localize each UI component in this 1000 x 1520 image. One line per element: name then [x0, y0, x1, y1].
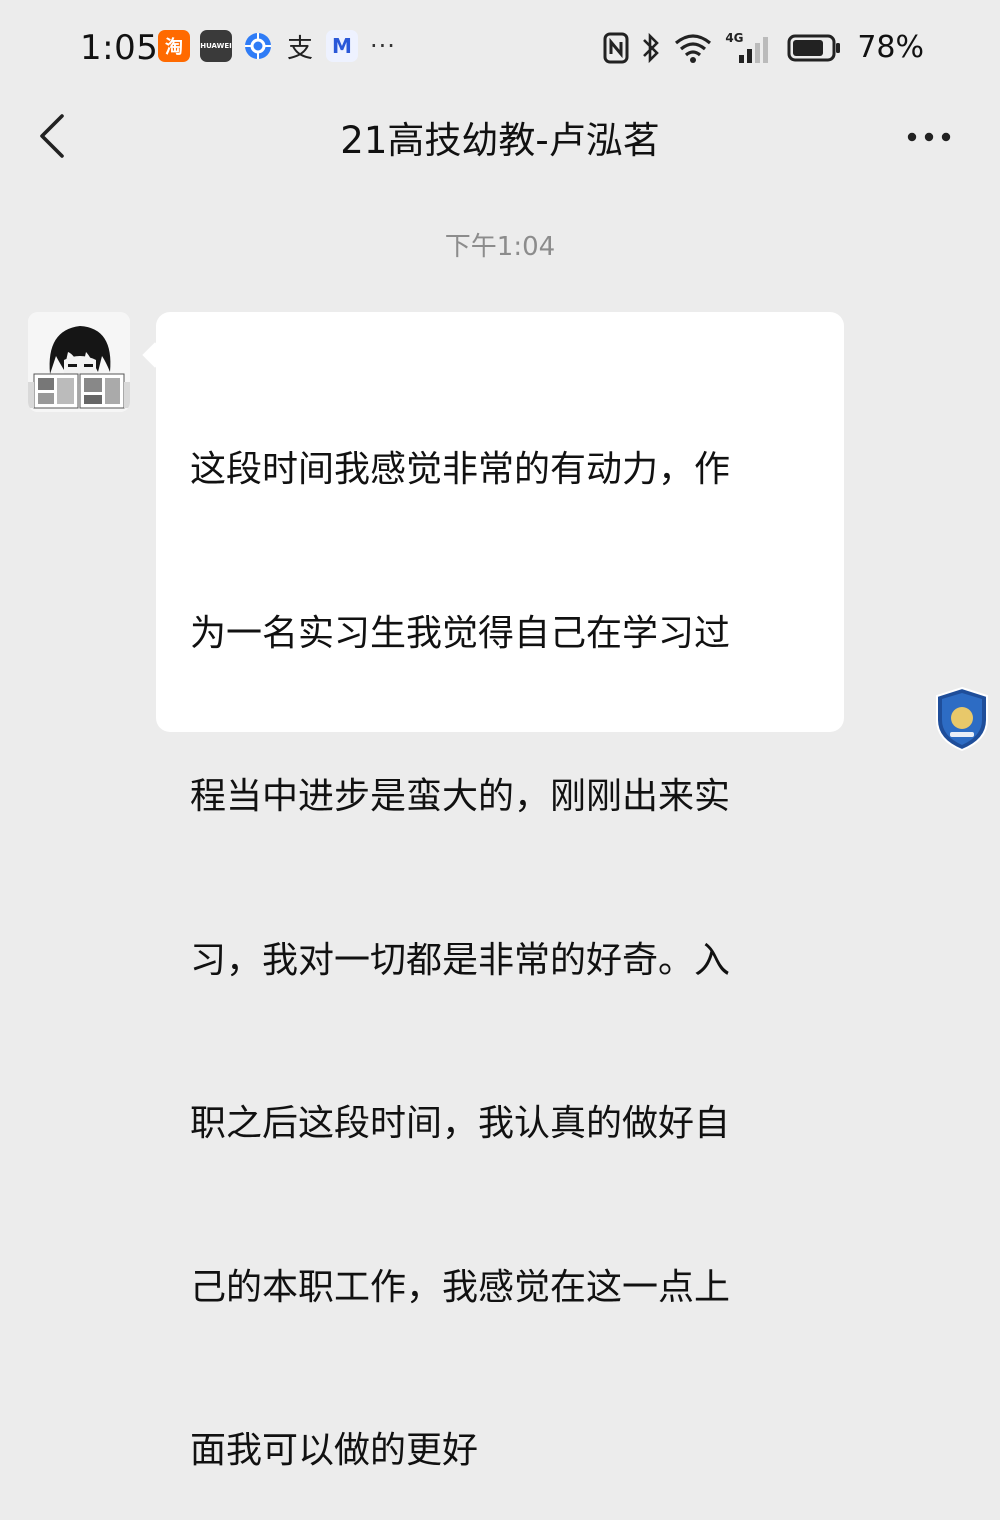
cellular-signal-icon: 4G	[725, 31, 775, 65]
status-time: 1:05	[80, 28, 159, 68]
message-line: 习，我对一切都是非常的好奇。入	[190, 939, 731, 981]
message-line: 程当中进步是蛮大的，刚刚出来实	[190, 776, 731, 817]
message-line: 这段时间我感觉非常的有动力，作	[190, 449, 731, 490]
nfc-icon	[603, 32, 629, 63]
message-line: 己的本职工作，我感觉在这一点上	[190, 1266, 731, 1308]
huawei-icon: HUAWEI	[200, 30, 232, 62]
message-bubble[interactable]: 这段时间我感觉非常的有动力，作 为一名实习生我觉得自己在学习过 程当中进步是蛮大…	[156, 312, 844, 1471]
watermark-badge	[934, 686, 990, 752]
avatar[interactable]	[28, 312, 130, 412]
message-text: 这段时间我感觉非常的有动力，作 为一名实习生我觉得自己在学习过 程当中进步是蛮大…	[190, 334, 814, 1520]
battery-percent: 78%	[857, 30, 924, 65]
wifi-icon	[675, 33, 712, 63]
more-dots-icon	[907, 132, 951, 142]
chat-title: 21高技幼教-卢泓茗	[340, 119, 660, 162]
message-timestamp: 下午1:04	[444, 232, 556, 262]
status-bar: 1:05 淘 HUAWEI 支 M ··· 4G 78%	[0, 0, 1000, 96]
system-icons: 4G 78%	[603, 30, 924, 65]
mail-icon: M	[326, 30, 358, 62]
battery-icon	[787, 34, 841, 61]
message-line: 职之后这段时间，我认真的做好自	[190, 1103, 731, 1144]
notification-icons: 淘 HUAWEI 支 M ···	[158, 30, 396, 64]
message-line: 面我可以做的更好	[190, 1430, 479, 1471]
bluetooth-icon	[643, 32, 660, 63]
avatar-image	[28, 312, 130, 412]
shield-logo-icon	[936, 686, 988, 752]
browser-icon	[242, 30, 274, 62]
alipay-icon: 支	[286, 33, 313, 64]
taobao-icon: 淘	[158, 30, 190, 62]
more-notifications-indicator: ···	[370, 32, 396, 60]
chat-header: 21高技幼教-卢泓茗	[0, 96, 1000, 182]
more-options-button[interactable]	[904, 122, 954, 152]
message-line: 为一名实习生我觉得自己在学习过	[190, 612, 731, 654]
